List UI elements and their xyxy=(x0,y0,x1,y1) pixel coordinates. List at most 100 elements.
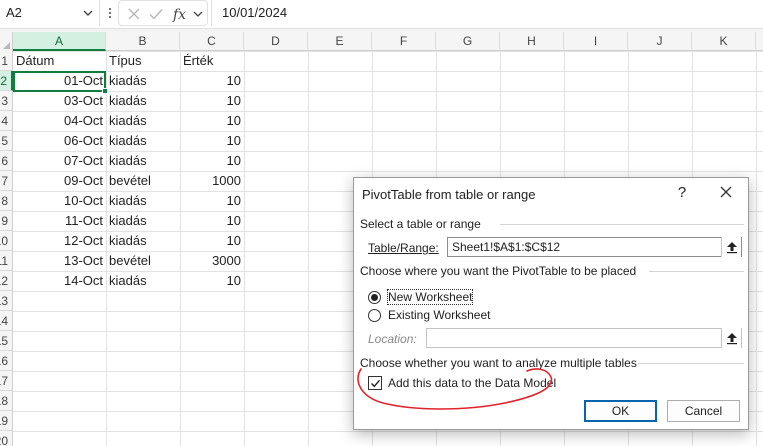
row-header-7[interactable]: 7 xyxy=(0,171,13,191)
row-header-14[interactable]: 14 xyxy=(0,311,13,331)
row-header-13[interactable]: 13 xyxy=(0,291,13,311)
row-header-8[interactable]: 8 xyxy=(0,191,13,211)
formula-value[interactable]: 10/01/2024 xyxy=(222,5,287,20)
data-model-checkbox[interactable] xyxy=(368,376,382,390)
row-header-label[interactable]: 6 xyxy=(1,151,8,170)
cell-date[interactable]: 12-Oct xyxy=(13,231,106,251)
row-header-label[interactable]: 19 xyxy=(0,411,8,430)
row-header-19[interactable]: 19 xyxy=(0,411,13,431)
chevron-down-icon[interactable] xyxy=(191,5,205,23)
row-header-label[interactable]: 14 xyxy=(0,311,8,330)
cell-type[interactable]: kiadás xyxy=(106,131,180,151)
row-header-16[interactable]: 16 xyxy=(0,351,13,371)
row-header-label[interactable]: 20 xyxy=(0,431,8,446)
cell-type[interactable]: kiadás xyxy=(106,151,180,171)
collapse-range-icon[interactable] xyxy=(722,328,742,348)
row-header-label[interactable]: 8 xyxy=(1,191,8,210)
column-header-a[interactable]: A xyxy=(13,32,106,51)
range-picker-button[interactable] xyxy=(721,237,741,257)
close-icon[interactable] xyxy=(718,184,734,200)
cell-value[interactable]: 10 xyxy=(180,271,244,291)
row-header-6[interactable]: 6 xyxy=(0,151,13,171)
row-header-label[interactable]: 15 xyxy=(0,331,8,350)
row-header-label[interactable]: 11 xyxy=(0,251,8,270)
more-options-icon[interactable] xyxy=(103,6,117,20)
row-header-label[interactable]: 10 xyxy=(0,231,8,250)
radio-existing-worksheet[interactable] xyxy=(368,309,381,322)
cell-type[interactable]: kiadás xyxy=(106,191,180,211)
function-icon[interactable]: fx xyxy=(171,5,189,23)
data-model-label[interactable]: Add this data to the Data Model xyxy=(388,376,556,390)
column-header-f[interactable]: F xyxy=(372,32,436,51)
cell-value[interactable]: 10 xyxy=(180,71,244,91)
column-header-k[interactable]: K xyxy=(692,32,756,51)
cell-date[interactable]: 10-Oct xyxy=(13,191,106,211)
new-worksheet-label[interactable]: New Worksheet xyxy=(386,289,474,305)
row-header-label[interactable]: 13 xyxy=(0,291,8,310)
cell-date[interactable]: 14-Oct xyxy=(13,271,106,291)
row-header-label[interactable]: 3 xyxy=(1,91,8,110)
row-header-12[interactable]: 12 xyxy=(0,271,13,291)
column-header-g[interactable]: G xyxy=(436,32,500,51)
chevron-down-icon[interactable] xyxy=(81,6,95,20)
location-field[interactable] xyxy=(426,328,742,348)
column-header-e[interactable]: E xyxy=(308,32,372,51)
cell-date[interactable]: 06-Oct xyxy=(13,131,106,151)
cell-value[interactable]: 10 xyxy=(180,211,244,231)
collapse-range-icon[interactable] xyxy=(722,237,742,257)
row-header-20[interactable]: 20 xyxy=(0,431,13,446)
column-header-i[interactable]: I xyxy=(564,32,628,51)
row-header-1[interactable]: 1 xyxy=(0,51,13,71)
location-picker-button[interactable] xyxy=(721,328,741,348)
cell-type[interactable]: kiadás xyxy=(106,231,180,251)
row-header-18[interactable]: 18 xyxy=(0,391,13,411)
close-icon[interactable] xyxy=(125,5,143,23)
cancel-button[interactable]: Cancel xyxy=(667,400,740,422)
row-header-label[interactable]: 18 xyxy=(0,391,8,410)
cell-date[interactable]: 04-Oct xyxy=(13,111,106,131)
header-cell-type[interactable]: Típus xyxy=(106,51,180,71)
fill-handle[interactable] xyxy=(102,88,108,94)
cell-type[interactable]: kiadás xyxy=(106,211,180,231)
formula-input[interactable]: 10/01/2024 xyxy=(211,0,763,26)
cell-type[interactable]: kiadás xyxy=(106,71,180,91)
row-header-label[interactable]: 4 xyxy=(1,111,8,130)
cell-value[interactable]: 10 xyxy=(180,111,244,131)
cell-type[interactable]: bevétel xyxy=(106,171,180,191)
row-header-label[interactable]: 5 xyxy=(1,131,8,150)
row-header-11[interactable]: 11 xyxy=(0,251,13,271)
cell-value[interactable]: 10 xyxy=(180,91,244,111)
column-header-c[interactable]: C xyxy=(180,32,244,51)
row-header-label[interactable]: 16 xyxy=(0,351,8,370)
checkmark-icon[interactable] xyxy=(147,5,165,23)
cell-date[interactable]: 11-Oct xyxy=(13,211,106,231)
name-box[interactable]: A2 xyxy=(0,0,100,26)
column-header-h[interactable]: H xyxy=(500,32,564,51)
cell-date[interactable]: 03-Oct xyxy=(13,91,106,111)
row-header-label[interactable]: 12 xyxy=(0,271,8,290)
cell-value[interactable]: 10 xyxy=(180,131,244,151)
name-box-value[interactable]: A2 xyxy=(6,5,22,20)
ok-button[interactable]: OK xyxy=(584,400,657,422)
cell-type[interactable]: bevétel xyxy=(106,251,180,271)
cell-value[interactable]: 1000 xyxy=(180,171,244,191)
radio-new-worksheet[interactable] xyxy=(368,291,381,304)
row-header-3[interactable]: 3 xyxy=(0,91,13,111)
cell-type[interactable]: kiadás xyxy=(106,91,180,111)
cell-value[interactable]: 10 xyxy=(180,151,244,171)
existing-worksheet-label[interactable]: Existing Worksheet xyxy=(388,308,491,322)
row-header-label[interactable]: 17 xyxy=(0,371,8,390)
cell-date[interactable]: 09-Oct xyxy=(13,171,106,191)
row-header-label[interactable]: 1 xyxy=(1,51,8,70)
header-cell-date[interactable]: Dátum xyxy=(13,51,106,71)
cell-value[interactable]: 3000 xyxy=(180,251,244,271)
cell-value[interactable]: 10 xyxy=(180,191,244,211)
row-header-17[interactable]: 17 xyxy=(0,371,13,391)
row-header-4[interactable]: 4 xyxy=(0,111,13,131)
column-header-b[interactable]: B xyxy=(106,32,180,51)
row-header-10[interactable]: 10 xyxy=(0,231,13,251)
cell-type[interactable]: kiadás xyxy=(106,111,180,131)
cell-type[interactable]: kiadás xyxy=(106,271,180,291)
select-all-corner[interactable] xyxy=(0,32,13,51)
table-range-field[interactable]: Sheet1!$A$1:$C$12 xyxy=(447,237,742,257)
